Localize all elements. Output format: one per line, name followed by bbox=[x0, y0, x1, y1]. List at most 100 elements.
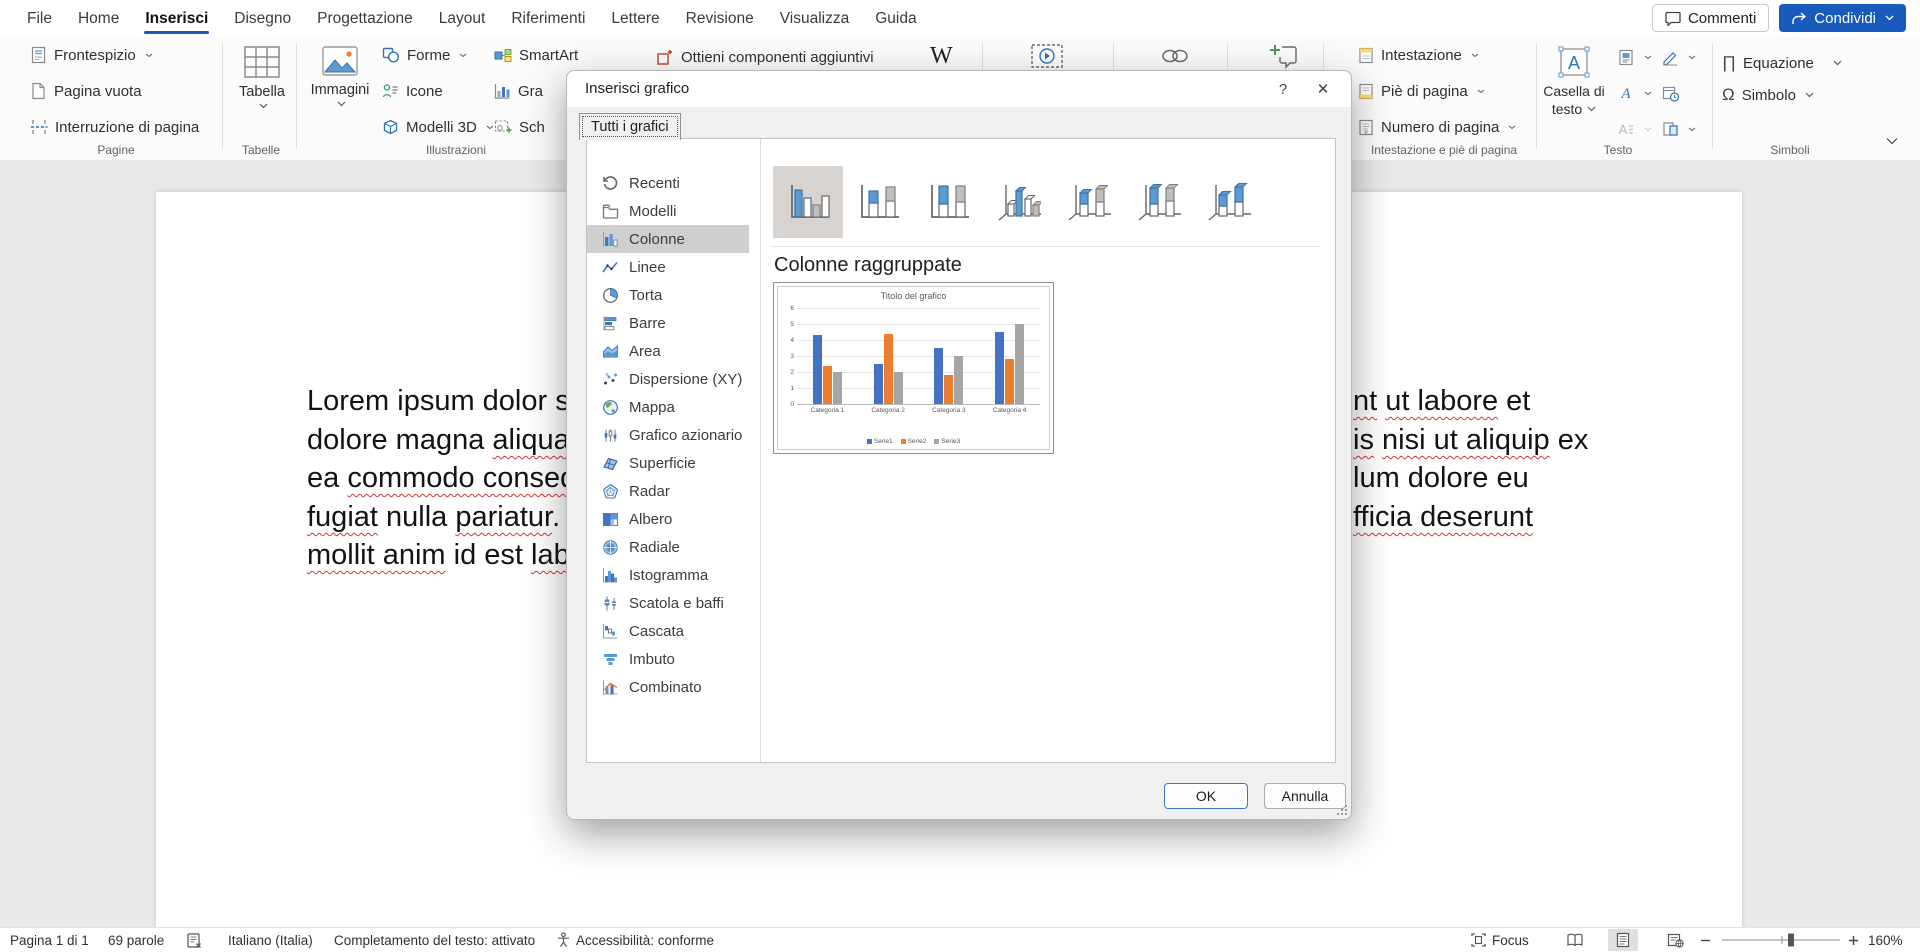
wordart-button[interactable]: A bbox=[1618, 81, 1652, 105]
tables-group-label: Tabelle bbox=[242, 143, 280, 157]
chart-bar bbox=[944, 375, 953, 404]
symbol-button[interactable]: Ω Simbolo bbox=[1722, 83, 1814, 107]
tab-disegno[interactable]: Disegno bbox=[221, 0, 304, 37]
dialog-help-button[interactable]: ? bbox=[1267, 77, 1299, 101]
chart-subtype-colonne-raggruppate[interactable] bbox=[773, 166, 843, 238]
chart-category-stock[interactable]: Grafico azionario bbox=[587, 421, 749, 449]
tab-home[interactable]: Home bbox=[65, 0, 132, 37]
object-button[interactable] bbox=[1662, 117, 1696, 141]
cancel-button[interactable]: Annulla bbox=[1264, 783, 1346, 809]
zoom-level[interactable]: 160% bbox=[1868, 928, 1903, 952]
chart-subtype-colonne-3d-raggruppate[interactable] bbox=[983, 166, 1053, 238]
chart-subtype-colonne-3d-in-pila[interactable] bbox=[1053, 166, 1123, 238]
chart-category-histogram[interactable]: Istogramma bbox=[587, 561, 749, 589]
chart-category-combo[interactable]: Combinato bbox=[587, 673, 749, 701]
tab-progettazione[interactable]: Progettazione bbox=[304, 0, 426, 37]
chart-category-treemap[interactable]: Albero bbox=[587, 505, 749, 533]
online-video-icon[interactable] bbox=[1030, 43, 1064, 69]
tab-layout[interactable]: Layout bbox=[426, 0, 499, 37]
resize-grip[interactable] bbox=[1335, 803, 1348, 816]
chart-preview-thumbnail[interactable]: Titolo del grafico0123456Categoria 1Cate… bbox=[773, 282, 1054, 454]
table-button[interactable]: Tabella bbox=[230, 45, 294, 109]
chart-category-recent[interactable]: Recenti bbox=[587, 169, 749, 197]
word-count-status[interactable]: 69 parole bbox=[108, 928, 164, 952]
ribbon-button-numero-di-pagina[interactable]: #Numero di pagina bbox=[1358, 115, 1516, 139]
chart-category-pie[interactable]: Torta bbox=[587, 281, 749, 309]
tab-lettere[interactable]: Lettere bbox=[598, 0, 672, 37]
chart-subtype-colonne-100-in-pila[interactable] bbox=[913, 166, 983, 238]
wikipedia-icon[interactable]: W bbox=[930, 43, 953, 70]
page-count-status[interactable]: Pagina 1 di 1 bbox=[10, 928, 89, 952]
tab-inserisci[interactable]: Inserisci bbox=[132, 0, 221, 37]
ribbon-button-forme[interactable]: Forme bbox=[382, 43, 494, 67]
screenshot-icon bbox=[494, 119, 512, 135]
ok-button[interactable]: OK bbox=[1164, 783, 1248, 809]
focus-mode-button[interactable]: Focus bbox=[1470, 928, 1529, 952]
date-time-button[interactable] bbox=[1662, 81, 1696, 105]
chart-subtype-colonne-3d-100-in-pila[interactable] bbox=[1123, 166, 1193, 238]
chart-x-label: Categoria 3 bbox=[919, 407, 980, 414]
chart-category-map[interactable]: Mappa bbox=[587, 393, 749, 421]
tab-guida[interactable]: Guida bbox=[862, 0, 929, 37]
tab-riferimenti[interactable]: Riferimenti bbox=[498, 0, 598, 37]
chart-category-scatter[interactable]: Dispersione (XY) bbox=[587, 365, 749, 393]
pictures-button[interactable]: Immagini bbox=[308, 45, 372, 107]
chart-category-area[interactable]: Area bbox=[587, 337, 749, 365]
chart-subtype-strip bbox=[773, 166, 1263, 238]
quick-parts-button[interactable] bbox=[1618, 45, 1652, 69]
all-charts-tab[interactable]: Tutti i grafici bbox=[579, 113, 681, 140]
textbox-button[interactable]: A Casella di testo bbox=[1542, 43, 1606, 116]
chart-category-surface[interactable]: Superficie bbox=[587, 449, 749, 477]
ribbon-button-pagina-vuota[interactable]: Pagina vuota bbox=[30, 79, 199, 103]
ribbon-button-intestazione[interactable]: Intestazione bbox=[1358, 43, 1516, 67]
ribbon-button-modelli-3d[interactable]: Modelli 3D bbox=[382, 115, 494, 139]
tab-revisione[interactable]: Revisione bbox=[673, 0, 767, 37]
chart-category-line[interactable]: Linee bbox=[587, 253, 749, 281]
equation-button[interactable]: ∏ Equazione bbox=[1722, 51, 1842, 75]
zoom-out-button[interactable] bbox=[1700, 928, 1711, 952]
pie-chart-icon bbox=[602, 287, 619, 304]
symbols-group-label: Simboli bbox=[1770, 143, 1809, 157]
new-comment-icon[interactable] bbox=[1268, 43, 1298, 69]
chart-category-waterfall[interactable]: Cascata bbox=[587, 617, 749, 645]
dropcap-button[interactable]: A bbox=[1618, 117, 1652, 141]
ribbon-button-pi-di-pagina[interactable]: Piè di pagina bbox=[1358, 79, 1516, 103]
language-status[interactable]: Italiano (Italia) bbox=[228, 928, 313, 952]
chart-subtype-colonne-3d[interactable] bbox=[1193, 166, 1263, 238]
ribbon-button-frontespizio[interactable]: Frontespizio bbox=[30, 43, 199, 67]
ribbon-button-icone[interactable]: Icone bbox=[382, 79, 494, 103]
tab-visualizza[interactable]: Visualizza bbox=[767, 0, 863, 37]
read-mode-button[interactable] bbox=[1560, 928, 1590, 952]
tab-file[interactable]: File bbox=[14, 0, 65, 37]
chart-category-sunburst[interactable]: Radiale bbox=[587, 533, 749, 561]
document-text-line: lum dolore eu bbox=[1353, 462, 1529, 495]
group-divider bbox=[222, 43, 223, 149]
text-predictions-status[interactable]: Completamento del testo: attivato bbox=[334, 928, 535, 952]
zoom-in-button[interactable] bbox=[1848, 928, 1859, 952]
ribbon-button-interruzione-di-pagina[interactable]: Interruzione di pagina bbox=[30, 115, 199, 139]
signature-line-button[interactable] bbox=[1662, 45, 1696, 69]
chart-category-bar[interactable]: Barre bbox=[587, 309, 749, 337]
chart-x-label: Categoria 4 bbox=[979, 407, 1040, 414]
chart-category-funnel[interactable]: Imbuto bbox=[587, 645, 749, 673]
chart-subtype-colonne-in-pila[interactable] bbox=[843, 166, 913, 238]
chart-category-radar[interactable]: Radar bbox=[587, 477, 749, 505]
comments-button[interactable]: Commenti bbox=[1652, 4, 1769, 32]
print-layout-button[interactable] bbox=[1608, 928, 1638, 952]
link-icon[interactable] bbox=[1160, 45, 1190, 67]
chart-category-column[interactable]: Colonne bbox=[587, 225, 749, 253]
share-label: Condividi bbox=[1814, 10, 1876, 27]
collapse-ribbon-icon[interactable] bbox=[1886, 137, 1898, 145]
box-whisker-icon bbox=[602, 595, 619, 612]
get-addins-button[interactable]: Ottieni componenti aggiuntivi bbox=[656, 45, 874, 69]
chevron-down-icon bbox=[1805, 92, 1814, 98]
chart-category-boxwhisker[interactable]: Scatola e baffi bbox=[587, 589, 749, 617]
zoom-slider[interactable] bbox=[1722, 928, 1840, 952]
chart-category-templates[interactable]: Modelli bbox=[587, 197, 749, 225]
dialog-close-button[interactable]: ✕ bbox=[1307, 77, 1339, 101]
share-button[interactable]: Condividi bbox=[1779, 4, 1906, 32]
ribbon-button-smartart[interactable]: SmartArt bbox=[494, 43, 578, 67]
proofing-errors-icon[interactable] bbox=[186, 928, 203, 952]
web-layout-button[interactable] bbox=[1660, 928, 1690, 952]
accessibility-status[interactable]: Accessibilità: conforme bbox=[556, 928, 714, 952]
